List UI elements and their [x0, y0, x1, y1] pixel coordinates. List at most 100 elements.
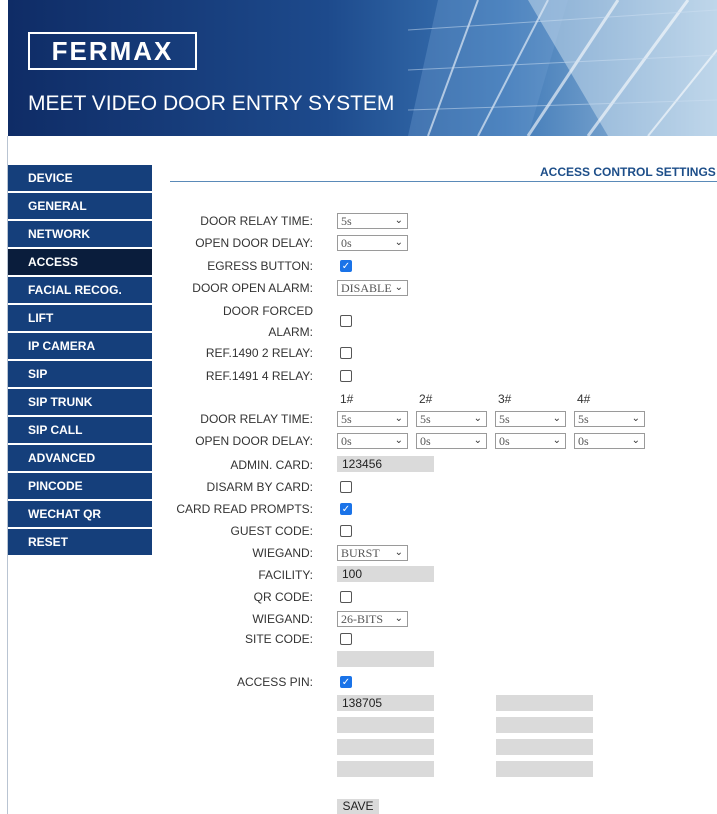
nav-item-device[interactable]: DEVICE: [8, 165, 152, 191]
relay-times-label: DOOR RELAY TIME:: [200, 412, 313, 426]
nav-item-sip-trunk[interactable]: SIP TRUNK: [8, 389, 152, 415]
door-open-alarm-select[interactable]: DISABLE ⌄: [337, 280, 408, 296]
save-button[interactable]: SAVE: [337, 799, 379, 814]
pin-input-7[interactable]: [337, 761, 434, 777]
nav-item-advanced[interactable]: ADVANCED: [8, 445, 152, 471]
chevron-down-icon: ⌄: [394, 435, 403, 446]
nav-item-pincode[interactable]: PINCODE: [8, 473, 152, 499]
chevron-down-icon: ⌄: [394, 613, 403, 624]
pin-input-8[interactable]: [496, 761, 593, 777]
chevron-down-icon: ⌄: [473, 413, 482, 424]
guest-code-checkbox[interactable]: [340, 525, 352, 537]
wiegand2-label: WIEGAND:: [252, 612, 313, 626]
select-value: 5s: [420, 412, 431, 426]
select-value: 5s: [578, 412, 589, 426]
access-pin-label: ACCESS PIN:: [236, 675, 313, 689]
relay-col-3: 3#: [498, 392, 512, 406]
wiegand-bits-select[interactable]: 26-BITS ⌄: [337, 611, 408, 627]
nav-item-sip[interactable]: SIP: [8, 361, 152, 387]
door-relay-time-label: DOOR RELAY TIME:: [200, 214, 313, 228]
select-value: 0s: [341, 434, 352, 448]
nav-item-general[interactable]: GENERAL: [8, 193, 152, 219]
select-value: 0s: [420, 434, 431, 448]
pin-input-1[interactable]: 138705: [337, 695, 434, 711]
door-open-alarm-label: DOOR OPEN ALARM:: [192, 281, 313, 295]
nav-item-facial-recog[interactable]: FACIAL RECOG.: [8, 277, 152, 303]
wiegand-label: WIEGAND:: [252, 546, 313, 560]
egress-button-checkbox[interactable]: ✓: [340, 260, 352, 272]
disarm-by-card-label: DISARM BY CARD:: [206, 480, 313, 494]
check-icon: ✓: [341, 677, 351, 688]
select-value: DISABLE: [341, 281, 392, 295]
wiegand-select[interactable]: BURST ⌄: [337, 545, 408, 561]
admin-card-input[interactable]: 123456: [337, 456, 434, 472]
nav-item-access[interactable]: ACCESS: [8, 249, 152, 275]
door-forced-alarm-checkbox[interactable]: [340, 315, 352, 327]
pin-input-3[interactable]: [337, 717, 434, 733]
select-value: 0s: [499, 434, 510, 448]
egress-button-label: EGRESS BUTTON:: [207, 259, 313, 273]
relay-col-2: 2#: [419, 392, 433, 406]
chevron-down-icon: ⌄: [552, 413, 561, 424]
pin-input-4[interactable]: [496, 717, 593, 733]
ref1491-label: REF.1491 4 RELAY:: [205, 369, 313, 383]
card-read-prompts-checkbox[interactable]: ✓: [340, 503, 352, 515]
relay-delay-select-4[interactable]: 0s ⌄: [574, 433, 645, 449]
select-value: 5s: [499, 412, 510, 426]
chevron-down-icon: ⌄: [394, 282, 403, 293]
relay-col-1: 1#: [340, 392, 354, 406]
nav-item-reset[interactable]: RESET: [8, 529, 152, 555]
qr-code-checkbox[interactable]: [340, 591, 352, 603]
chevron-down-icon: ⌄: [394, 413, 403, 424]
door-forced-alarm-label-line1: DOOR FORCED: [223, 304, 313, 318]
access-pin-checkbox[interactable]: ✓: [340, 676, 352, 688]
guest-code-label: GUEST CODE:: [230, 524, 313, 538]
chevron-down-icon: ⌄: [631, 413, 640, 424]
nav-item-lift[interactable]: LIFT: [8, 305, 152, 331]
sidebar-nav: DEVICE GENERAL NETWORK ACCESS FACIAL REC…: [8, 165, 152, 557]
relay-time-select-3[interactable]: 5s ⌄: [495, 411, 566, 427]
site-code-label: SITE CODE:: [244, 632, 313, 646]
open-door-delay-select[interactable]: 0s ⌄: [337, 235, 408, 251]
chevron-down-icon: ⌄: [394, 215, 403, 226]
site-code-input[interactable]: [337, 651, 434, 667]
door-relay-time-select[interactable]: 5s ⌄: [337, 213, 408, 229]
relay-time-select-2[interactable]: 5s ⌄: [416, 411, 487, 427]
admin-card-label: ADMIN. CARD:: [230, 458, 313, 472]
chevron-down-icon: ⌄: [552, 435, 561, 446]
fermax-logo: FERMAX: [28, 32, 197, 70]
relay-col-4: 4#: [577, 392, 591, 406]
chevron-down-icon: ⌄: [631, 435, 640, 446]
check-icon: ✓: [341, 504, 351, 515]
chevron-down-icon: ⌄: [394, 547, 403, 558]
nav-item-sip-call[interactable]: SIP CALL: [8, 417, 152, 443]
pin-input-5[interactable]: [337, 739, 434, 755]
select-value: 5s: [341, 412, 352, 426]
disarm-by-card-checkbox[interactable]: [340, 481, 352, 493]
facility-label: FACILITY:: [258, 568, 313, 582]
select-value: 0s: [341, 236, 352, 250]
nav-item-wechat-qr[interactable]: WECHAT QR: [8, 501, 152, 527]
facility-input[interactable]: 100: [337, 566, 434, 582]
relay-delay-select-3[interactable]: 0s ⌄: [495, 433, 566, 449]
relay-delay-select-1[interactable]: 0s ⌄: [337, 433, 408, 449]
relay-delay-select-2[interactable]: 0s ⌄: [416, 433, 487, 449]
relay-time-select-4[interactable]: 5s ⌄: [574, 411, 645, 427]
title-divider: [170, 181, 717, 182]
pin-input-6[interactable]: [496, 739, 593, 755]
select-value: BURST: [341, 546, 380, 560]
relay-time-select-1[interactable]: 5s ⌄: [337, 411, 408, 427]
page-title: ACCESS CONTROL SETTINGS: [540, 165, 716, 179]
select-value: 26-BITS: [341, 612, 383, 626]
header-banner: FERMAX MEET VIDEO DOOR ENTRY SYSTEM: [8, 0, 717, 136]
header-title: MEET VIDEO DOOR ENTRY SYSTEM: [28, 92, 395, 115]
chevron-down-icon: ⌄: [394, 237, 403, 248]
site-code-checkbox[interactable]: [340, 633, 352, 645]
qr-code-label: QR CODE:: [253, 590, 313, 604]
ref1491-checkbox[interactable]: [340, 370, 352, 382]
nav-item-ip-camera[interactable]: IP CAMERA: [8, 333, 152, 359]
pin-input-2[interactable]: [496, 695, 593, 711]
ref1490-checkbox[interactable]: [340, 347, 352, 359]
check-icon: ✓: [341, 261, 351, 272]
nav-item-network[interactable]: NETWORK: [8, 221, 152, 247]
